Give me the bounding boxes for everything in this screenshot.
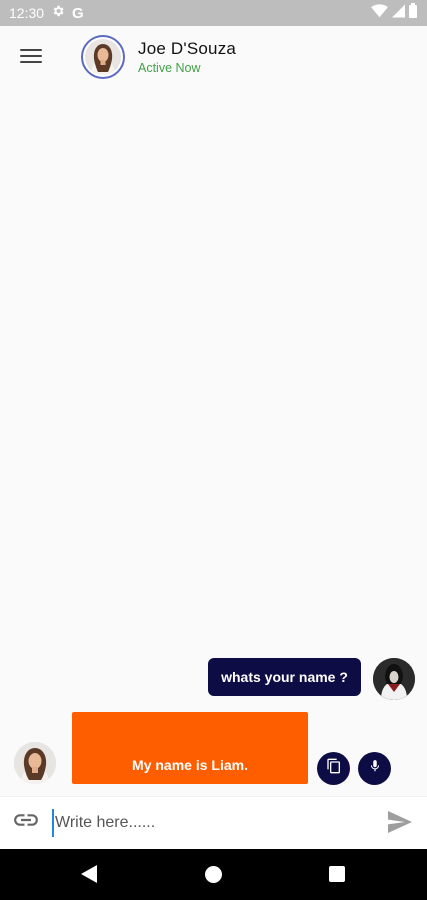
sent-message-bubble: whats your name ? [208,658,361,696]
chat-header: Joe D'Souza Active Now [0,26,427,88]
hamburger-menu-icon[interactable] [20,47,42,65]
google-g-icon: G [72,4,84,22]
wifi-icon [371,3,388,23]
status-bar: 12:30 G [0,0,427,26]
link-icon[interactable] [14,813,38,832]
message-composer [0,796,427,849]
status-right [371,3,417,23]
received-message-bubble: My name is Liam. [72,712,308,784]
back-icon[interactable] [81,865,97,888]
send-icon[interactable] [388,811,412,838]
status-left: 12:30 G [9,4,84,23]
microphone-icon [368,758,382,779]
system-nav-bar [0,849,427,900]
bot-avatar [14,742,56,784]
copy-button[interactable] [317,752,350,785]
copy-icon [326,758,342,779]
gear-icon [51,4,65,23]
contact-name: Joe D'Souza [138,39,237,58]
message-input[interactable] [52,809,372,837]
battery-icon [409,3,417,23]
user-avatar [373,658,415,700]
contact-status: Active Now [138,61,201,75]
recents-icon[interactable] [329,866,345,882]
signal-icon [392,4,405,23]
home-icon[interactable] [205,866,222,883]
microphone-button[interactable] [358,752,391,785]
received-message-text: My name is Liam. [132,757,248,773]
contact-avatar[interactable] [81,35,125,79]
status-time: 12:30 [9,5,45,21]
